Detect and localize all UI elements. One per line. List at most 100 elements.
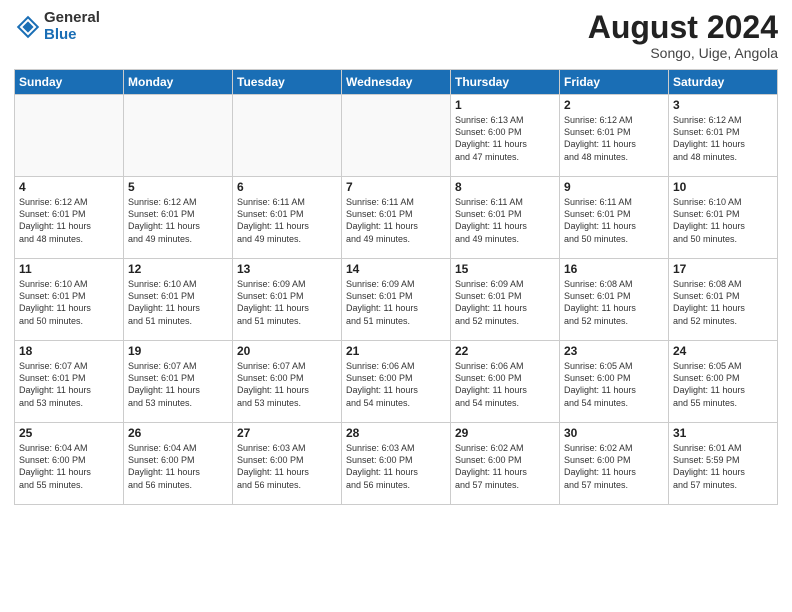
- calendar-cell: 11 Sunrise: 6:10 AM Sunset: 6:01 PM Dayli…: [15, 259, 124, 341]
- calendar-cell: 31 Sunrise: 6:01 AM Sunset: 5:59 PM Dayli…: [669, 423, 778, 505]
- day-number: 6: [237, 180, 337, 194]
- day-number: 23: [564, 344, 664, 358]
- day-info: Sunrise: 6:04 AM Sunset: 6:00 PM Dayligh…: [128, 442, 228, 491]
- day-info: Sunrise: 6:03 AM Sunset: 6:00 PM Dayligh…: [237, 442, 337, 491]
- calendar-week-2: 4 Sunrise: 6:12 AM Sunset: 6:01 PM Daylig…: [15, 177, 778, 259]
- day-info: Sunrise: 6:09 AM Sunset: 6:01 PM Dayligh…: [455, 278, 555, 327]
- day-info: Sunrise: 6:11 AM Sunset: 6:01 PM Dayligh…: [564, 196, 664, 245]
- day-info: Sunrise: 6:12 AM Sunset: 6:01 PM Dayligh…: [564, 114, 664, 163]
- calendar-cell: 26 Sunrise: 6:04 AM Sunset: 6:00 PM Dayli…: [124, 423, 233, 505]
- day-info: Sunrise: 6:05 AM Sunset: 6:00 PM Dayligh…: [673, 360, 773, 409]
- day-info: Sunrise: 6:07 AM Sunset: 6:01 PM Dayligh…: [19, 360, 119, 409]
- calendar-body: 1 Sunrise: 6:13 AM Sunset: 6:00 PM Daylig…: [15, 95, 778, 505]
- calendar-cell: 22Sunrise: 6:06 AM Sunset: 6:00 PM Dayli…: [451, 341, 560, 423]
- calendar-header: Sunday Monday Tuesday Wednesday Thursday…: [15, 70, 778, 95]
- logo-blue: Blue: [44, 27, 100, 44]
- day-number: 29: [455, 426, 555, 440]
- calendar-cell: 14 Sunrise: 6:09 AM Sunset: 6:01 PM Dayli…: [342, 259, 451, 341]
- day-number: 5: [128, 180, 228, 194]
- calendar-cell: 1 Sunrise: 6:13 AM Sunset: 6:00 PM Daylig…: [451, 95, 560, 177]
- calendar-cell: 15Sunrise: 6:09 AM Sunset: 6:01 PM Dayli…: [451, 259, 560, 341]
- day-number: 14: [346, 262, 446, 276]
- calendar-cell: 2Sunrise: 6:12 AM Sunset: 6:01 PM Daylig…: [560, 95, 669, 177]
- page-container: General Blue August 2024 Songo, Uige, An…: [0, 0, 792, 513]
- calendar-cell: 28Sunrise: 6:03 AM Sunset: 6:00 PM Dayli…: [342, 423, 451, 505]
- calendar-week-1: 1 Sunrise: 6:13 AM Sunset: 6:00 PM Daylig…: [15, 95, 778, 177]
- day-info: Sunrise: 6:07 AM Sunset: 6:00 PM Dayligh…: [237, 360, 337, 409]
- col-monday: Monday: [124, 70, 233, 95]
- day-number: 13: [237, 262, 337, 276]
- day-number: 20: [237, 344, 337, 358]
- month-year: August 2024: [588, 10, 778, 45]
- location: Songo, Uige, Angola: [588, 45, 778, 61]
- calendar-cell: 17 Sunrise: 6:08 AM Sunset: 6:01 PM Dayli…: [669, 259, 778, 341]
- day-number: 21: [346, 344, 446, 358]
- day-number: 19: [128, 344, 228, 358]
- calendar-cell: 10 Sunrise: 6:10 AM Sunset: 6:01 PM Dayli…: [669, 177, 778, 259]
- day-number: 11: [19, 262, 119, 276]
- calendar-cell: 21Sunrise: 6:06 AM Sunset: 6:00 PM Dayli…: [342, 341, 451, 423]
- day-number: 1: [455, 98, 555, 112]
- day-info: Sunrise: 6:09 AM Sunset: 6:01 PM Dayligh…: [346, 278, 446, 327]
- calendar-cell: 23 Sunrise: 6:05 AM Sunset: 6:00 PM Dayli…: [560, 341, 669, 423]
- day-info: Sunrise: 6:13 AM Sunset: 6:00 PM Dayligh…: [455, 114, 555, 163]
- calendar-cell: 24Sunrise: 6:05 AM Sunset: 6:00 PM Dayli…: [669, 341, 778, 423]
- logo-text: General Blue: [44, 10, 100, 43]
- day-info: Sunrise: 6:08 AM Sunset: 6:01 PM Dayligh…: [564, 278, 664, 327]
- calendar-table: Sunday Monday Tuesday Wednesday Thursday…: [14, 69, 778, 505]
- day-info: Sunrise: 6:11 AM Sunset: 6:01 PM Dayligh…: [455, 196, 555, 245]
- col-wednesday: Wednesday: [342, 70, 451, 95]
- day-number: 10: [673, 180, 773, 194]
- calendar-cell: 18 Sunrise: 6:07 AM Sunset: 6:01 PM Dayli…: [15, 341, 124, 423]
- calendar-cell: 19Sunrise: 6:07 AM Sunset: 6:01 PM Dayli…: [124, 341, 233, 423]
- calendar-cell: [124, 95, 233, 177]
- day-number: 3: [673, 98, 773, 112]
- calendar-cell: [233, 95, 342, 177]
- day-number: 26: [128, 426, 228, 440]
- calendar-cell: 16 Sunrise: 6:08 AM Sunset: 6:01 PM Dayli…: [560, 259, 669, 341]
- title-block: August 2024 Songo, Uige, Angola: [588, 10, 778, 61]
- logo: General Blue: [14, 10, 100, 43]
- day-info: Sunrise: 6:04 AM Sunset: 6:00 PM Dayligh…: [19, 442, 119, 491]
- day-number: 16: [564, 262, 664, 276]
- calendar-cell: 7 Sunrise: 6:11 AM Sunset: 6:01 PM Daylig…: [342, 177, 451, 259]
- day-number: 27: [237, 426, 337, 440]
- calendar-cell: 30Sunrise: 6:02 AM Sunset: 6:00 PM Dayli…: [560, 423, 669, 505]
- day-number: 7: [346, 180, 446, 194]
- col-thursday: Thursday: [451, 70, 560, 95]
- calendar-cell: [342, 95, 451, 177]
- day-info: Sunrise: 6:12 AM Sunset: 6:01 PM Dayligh…: [128, 196, 228, 245]
- calendar-week-4: 18 Sunrise: 6:07 AM Sunset: 6:01 PM Dayli…: [15, 341, 778, 423]
- day-info: Sunrise: 6:03 AM Sunset: 6:00 PM Dayligh…: [346, 442, 446, 491]
- day-number: 17: [673, 262, 773, 276]
- day-info: Sunrise: 6:05 AM Sunset: 6:00 PM Dayligh…: [564, 360, 664, 409]
- calendar-cell: 29 Sunrise: 6:02 AM Sunset: 6:00 PM Dayli…: [451, 423, 560, 505]
- calendar-cell: 25Sunrise: 6:04 AM Sunset: 6:00 PM Dayli…: [15, 423, 124, 505]
- day-info: Sunrise: 6:09 AM Sunset: 6:01 PM Dayligh…: [237, 278, 337, 327]
- calendar-week-3: 11 Sunrise: 6:10 AM Sunset: 6:01 PM Dayli…: [15, 259, 778, 341]
- day-info: Sunrise: 6:08 AM Sunset: 6:01 PM Dayligh…: [673, 278, 773, 327]
- day-number: 4: [19, 180, 119, 194]
- calendar-cell: 27 Sunrise: 6:03 AM Sunset: 6:00 PM Dayli…: [233, 423, 342, 505]
- day-info: Sunrise: 6:01 AM Sunset: 5:59 PM Dayligh…: [673, 442, 773, 491]
- page-header: General Blue August 2024 Songo, Uige, An…: [14, 10, 778, 61]
- calendar-cell: 13 Sunrise: 6:09 AM Sunset: 6:01 PM Dayli…: [233, 259, 342, 341]
- calendar-cell: 5 Sunrise: 6:12 AM Sunset: 6:01 PM Daylig…: [124, 177, 233, 259]
- day-number: 9: [564, 180, 664, 194]
- calendar-cell: 12Sunrise: 6:10 AM Sunset: 6:01 PM Dayli…: [124, 259, 233, 341]
- day-info: Sunrise: 6:10 AM Sunset: 6:01 PM Dayligh…: [673, 196, 773, 245]
- calendar-cell: [15, 95, 124, 177]
- day-info: Sunrise: 6:12 AM Sunset: 6:01 PM Dayligh…: [673, 114, 773, 163]
- day-number: 8: [455, 180, 555, 194]
- day-info: Sunrise: 6:11 AM Sunset: 6:01 PM Dayligh…: [346, 196, 446, 245]
- day-info: Sunrise: 6:12 AM Sunset: 6:01 PM Dayligh…: [19, 196, 119, 245]
- day-number: 12: [128, 262, 228, 276]
- logo-general: General: [44, 10, 100, 27]
- day-number: 18: [19, 344, 119, 358]
- calendar-week-5: 25Sunrise: 6:04 AM Sunset: 6:00 PM Dayli…: [15, 423, 778, 505]
- calendar-cell: 9 Sunrise: 6:11 AM Sunset: 6:01 PM Daylig…: [560, 177, 669, 259]
- day-info: Sunrise: 6:10 AM Sunset: 6:01 PM Dayligh…: [19, 278, 119, 327]
- day-info: Sunrise: 6:02 AM Sunset: 6:00 PM Dayligh…: [455, 442, 555, 491]
- day-number: 31: [673, 426, 773, 440]
- col-saturday: Saturday: [669, 70, 778, 95]
